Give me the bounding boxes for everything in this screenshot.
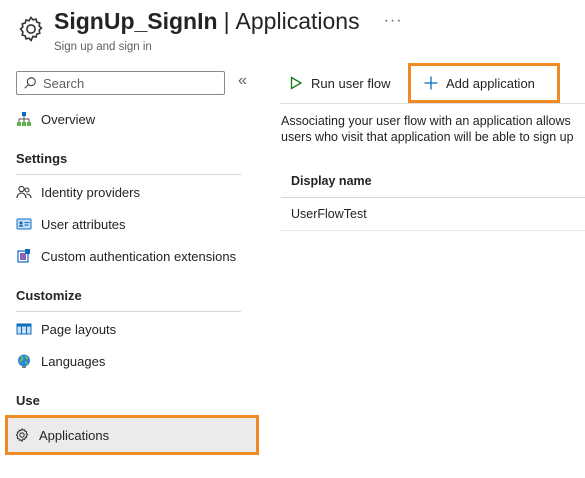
description-line: users who visit that application will be…: [281, 130, 574, 144]
sidebar-item-label: Custom authentication extensions: [41, 248, 237, 264]
page-title: SignUp_SignIn: [54, 8, 218, 34]
run-user-flow-button[interactable]: Run user flow: [289, 72, 390, 94]
column-header-display-name[interactable]: Display name: [291, 174, 372, 188]
sidebar-item-overview[interactable]: Overview: [10, 103, 258, 135]
search-input[interactable]: [43, 75, 213, 91]
sidebar-item-page-layouts[interactable]: Page layouts: [10, 313, 258, 345]
sidebar-item-identity-providers[interactable]: Identity providers: [10, 176, 258, 208]
sidebar-item-custom-authentication-extensions[interactable]: Custom authentication extensions: [10, 240, 258, 272]
main-content: Run user flow Add application Associatin…: [262, 62, 585, 478]
page-description: Sign up and sign in: [54, 41, 152, 53]
table-row-divider: [281, 230, 585, 231]
sidebar-item-user-attributes[interactable]: User attributes: [10, 208, 258, 240]
page-subtitle-name: Applications: [235, 8, 360, 34]
sitemap-icon: [16, 111, 32, 127]
extension-icon: [16, 248, 32, 264]
section-customize: Customize: [16, 288, 82, 303]
highlight-box: [5, 415, 259, 455]
globe-icon: [16, 353, 32, 369]
gear-icon: [19, 16, 43, 42]
table-header-divider: [281, 197, 585, 198]
section-divider: [16, 174, 241, 175]
sidebar-item-label: Identity providers: [41, 184, 140, 200]
collapse-sidebar-button[interactable]: «: [238, 72, 247, 90]
sidebar: « Overview Settings Identity providers: [0, 62, 262, 478]
description-line: Associating your user flow with an appli…: [281, 114, 571, 128]
section-use: Use: [16, 393, 40, 408]
toolbar-divider: [280, 103, 585, 104]
id-card-icon: [16, 216, 32, 232]
sidebar-item-languages[interactable]: Languages: [10, 345, 258, 377]
title-separator: |: [223, 8, 230, 34]
sidebar-item-label: Languages: [41, 353, 106, 369]
highlight-box: [408, 63, 560, 103]
table-row[interactable]: UserFlowTest: [291, 207, 367, 221]
sidebar-item-label: Page layouts: [41, 321, 117, 337]
layout-icon: [16, 321, 32, 337]
sidebar-search[interactable]: [16, 71, 225, 95]
sidebar-item-label: Overview: [41, 111, 96, 127]
description-text: Associating your user flow with an appli…: [281, 113, 574, 145]
more-options-button[interactable]: ···: [384, 12, 403, 30]
play-icon: [289, 76, 303, 90]
sidebar-item-label: User attributes: [41, 216, 126, 232]
section-settings: Settings: [16, 151, 68, 166]
page-header: SignUp_SignIn | Applications ··· Sign up…: [0, 0, 585, 62]
run-user-flow-label: Run user flow: [311, 75, 391, 91]
search-icon: [24, 77, 36, 89]
section-divider: [16, 311, 241, 312]
people-icon: [16, 184, 32, 200]
